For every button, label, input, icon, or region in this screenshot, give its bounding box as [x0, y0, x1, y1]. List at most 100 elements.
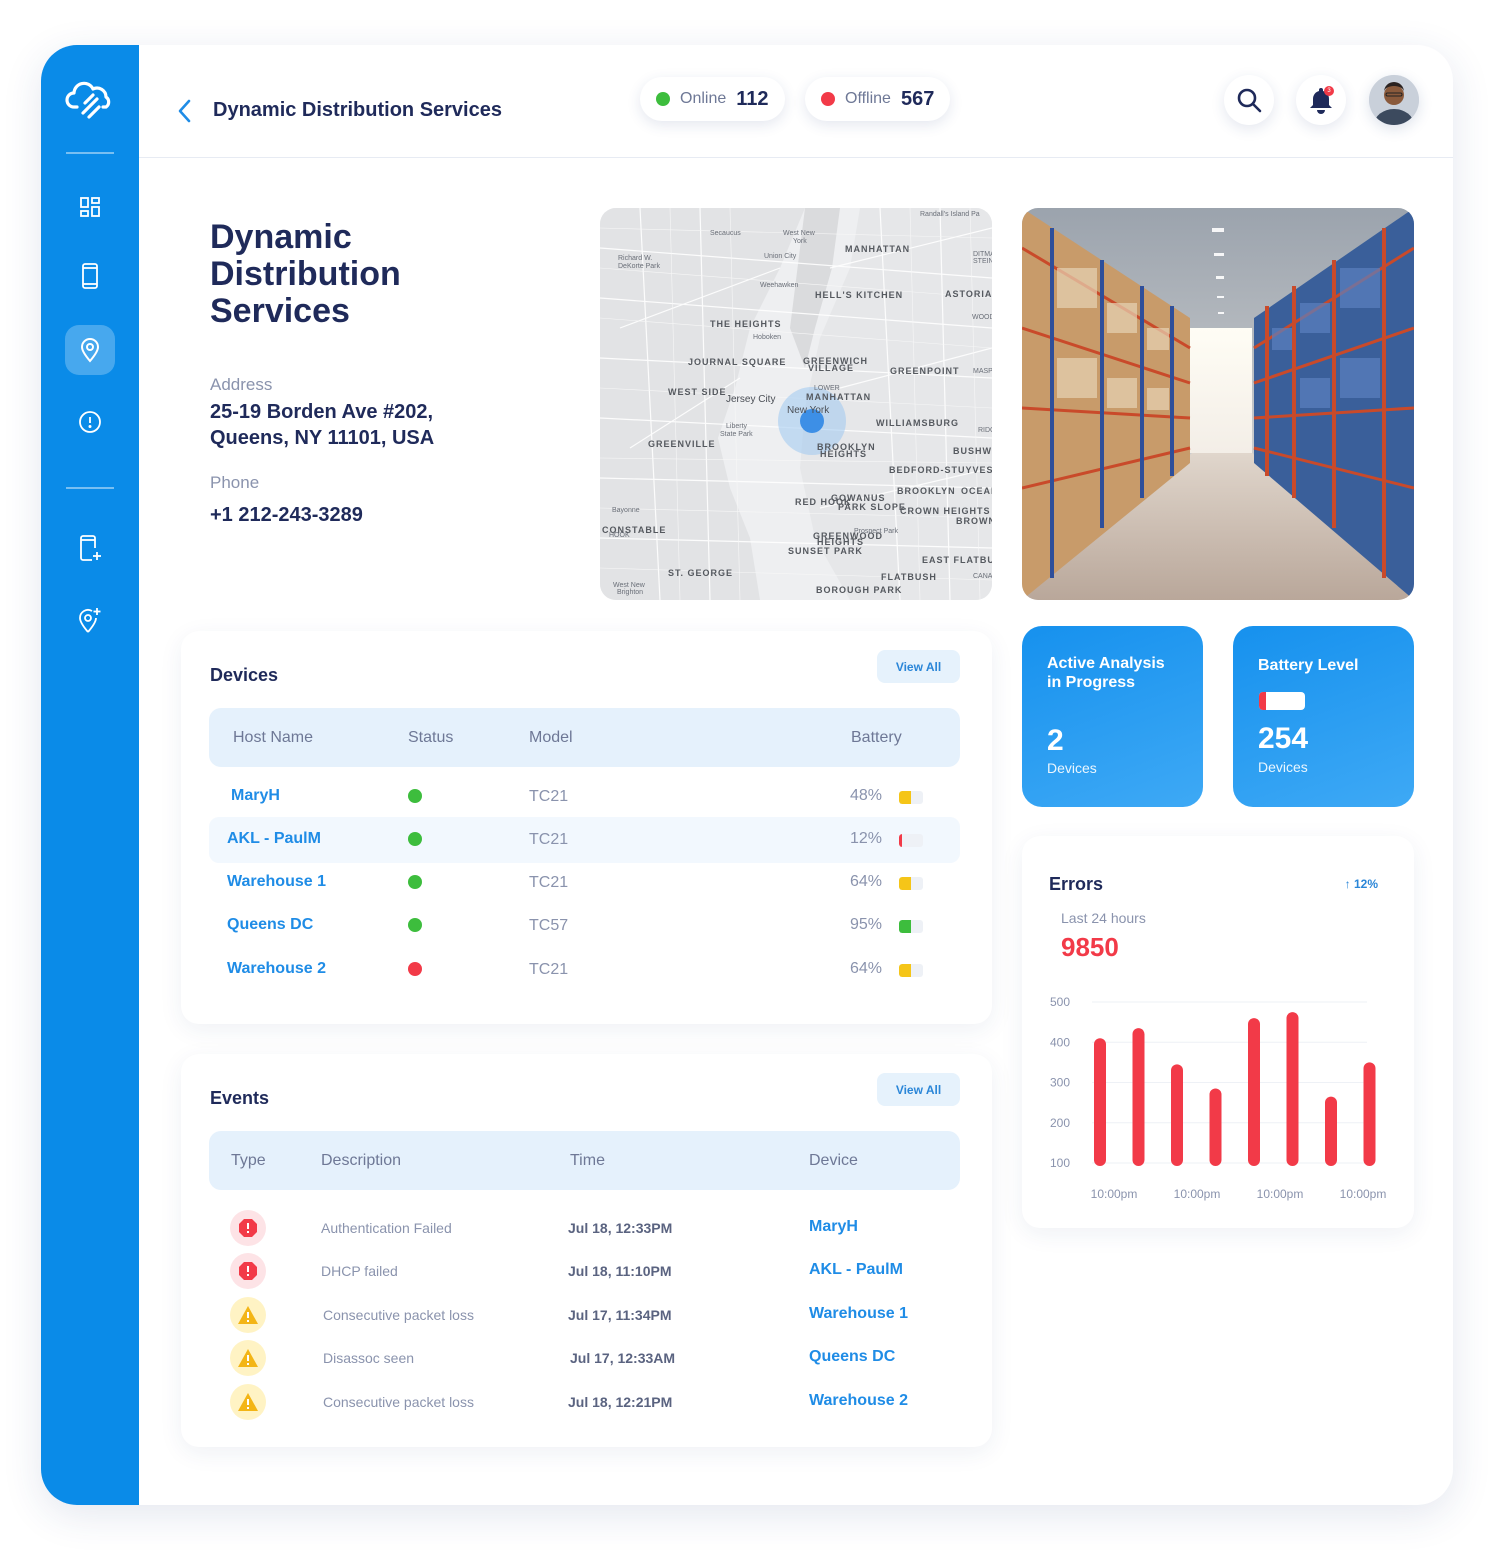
- column-header[interactable]: Status: [408, 729, 453, 747]
- error-bar[interactable]: [1325, 1096, 1337, 1166]
- event-device-link[interactable]: Warehouse 2: [809, 1392, 908, 1410]
- device-host-link[interactable]: Warehouse 2: [227, 960, 326, 978]
- map-place-label: WOODS: [972, 314, 992, 321]
- event-device-link[interactable]: Warehouse 1: [809, 1305, 908, 1323]
- table-row[interactable]: Warehouse 1 TC21 64%: [209, 860, 960, 906]
- online-count: 112: [736, 87, 769, 110]
- page-title: Dynamic Distribution Services: [213, 99, 502, 121]
- sidebar-item-devices[interactable]: [65, 251, 115, 301]
- offline-count: 567: [900, 87, 935, 110]
- map-place-label: Liberty: [726, 423, 748, 430]
- map-place-label: Union City: [764, 253, 797, 260]
- event-time: Jul 18, 12:33PM: [568, 1220, 673, 1236]
- column-header[interactable]: Device: [809, 1152, 858, 1170]
- event-time: Jul 17, 12:33AM: [570, 1350, 676, 1366]
- sidebar-item-alerts[interactable]: [65, 397, 115, 447]
- table-row[interactable]: Consecutive packet loss Jul 17, 11:34PM Wa…: [209, 1292, 960, 1338]
- device-model: TC21: [529, 831, 569, 848]
- devices-view-all-button[interactable]: View All: [877, 650, 960, 683]
- map-place-label: PARK SLOPE: [838, 502, 906, 512]
- map-place-label: WEST SIDE: [668, 387, 727, 397]
- event-description: Consecutive packet loss: [323, 1307, 474, 1323]
- battery-count: 254: [1258, 722, 1309, 755]
- online-status-dot: [656, 92, 670, 106]
- active-analysis-card[interactable]: Active Analysis in Progress 2 Devices: [1022, 626, 1203, 807]
- sidebar-item-add-location[interactable]: [65, 595, 115, 645]
- column-header[interactable]: Description: [321, 1152, 401, 1170]
- map-place-label: Hoboken: [753, 334, 782, 341]
- device-host-link[interactable]: AKL - PaulM: [227, 830, 321, 848]
- devices-table-header: Host Name Status Model Battery: [209, 708, 960, 767]
- table-row[interactable]: Consecutive packet loss Jul 18, 12:21PM Wa…: [209, 1379, 960, 1425]
- error-bar[interactable]: [1286, 1012, 1299, 1166]
- search-button[interactable]: [1224, 75, 1274, 125]
- notification-badge: 3: [1324, 86, 1334, 96]
- warning-icon: [230, 1340, 266, 1376]
- offline-count-pill[interactable]: Offline 567: [805, 77, 951, 121]
- battery-percent: 64%: [850, 873, 883, 890]
- cloud-logo-icon[interactable]: [65, 77, 115, 121]
- event-device-link[interactable]: AKL - PaulM: [809, 1261, 903, 1279]
- add-location-icon: [79, 608, 101, 633]
- device-host-link[interactable]: Warehouse 1: [227, 873, 326, 891]
- map-place-label: HEIGHTS: [820, 449, 868, 459]
- map-place-label: BUSHWICK: [953, 446, 992, 456]
- back-button[interactable]: [175, 97, 195, 125]
- column-header[interactable]: Host Name: [233, 729, 313, 747]
- sidebar-item-add-device[interactable]: [65, 523, 115, 573]
- table-row[interactable]: AKL - PaulM TC21 12%: [209, 817, 960, 863]
- event-time: Jul 18, 11:10PM: [568, 1263, 672, 1279]
- column-header[interactable]: Model: [529, 729, 573, 747]
- event-description: DHCP failed: [321, 1263, 398, 1279]
- alert-icon: [79, 411, 101, 433]
- map-place-label: HELL'S KITCHEN: [815, 290, 904, 300]
- table-row[interactable]: DHCP failed Jul 18, 11:10PM AKL - PaulM: [209, 1248, 960, 1294]
- avatar[interactable]: [1369, 75, 1419, 125]
- events-view-all-button[interactable]: View All: [877, 1073, 960, 1106]
- notifications-button[interactable]: 3: [1296, 75, 1346, 125]
- status-dot: [408, 832, 422, 846]
- map-place-label: OCEAN HI: [961, 486, 992, 496]
- map-place-label: BROWNSVIL: [956, 516, 992, 526]
- errors-bar-chart: 500 400 300 200 100 10:00pm 10:00pm 10:00pm 10:0…: [1050, 995, 1386, 1201]
- event-device-link[interactable]: MaryH: [809, 1218, 858, 1236]
- battery-percent: 48%: [850, 787, 883, 804]
- battery-unit: Devices: [1258, 759, 1308, 775]
- status-dot: [408, 962, 422, 976]
- column-header[interactable]: Time: [570, 1152, 605, 1170]
- column-header[interactable]: Battery: [851, 729, 902, 747]
- table-row[interactable]: Warehouse 2 TC21 64%: [209, 947, 960, 993]
- sidebar: [41, 45, 139, 1505]
- device-model: TC21: [529, 961, 569, 978]
- error-icon: [230, 1253, 266, 1289]
- online-count-pill[interactable]: Online 112: [640, 77, 785, 121]
- table-row[interactable]: Authentication Failed Jul 18, 12:33PM Mary…: [209, 1205, 960, 1251]
- map-place-label: Jersey City: [726, 394, 776, 405]
- map-place-label: State Park: [720, 431, 753, 438]
- table-row[interactable]: Queens DC TC57 95%: [209, 903, 960, 949]
- error-bar[interactable]: [1363, 1062, 1376, 1166]
- map-place-label: Weehawken: [760, 282, 799, 289]
- location-pin-icon: [80, 338, 100, 363]
- sidebar-item-locations[interactable]: [65, 325, 115, 375]
- device-host-link[interactable]: Queens DC: [227, 916, 313, 934]
- device-model: TC57: [529, 917, 569, 934]
- sidebar-divider: [66, 487, 114, 489]
- error-bar[interactable]: [1132, 1028, 1145, 1166]
- error-bar[interactable]: [1171, 1064, 1183, 1166]
- offline-status-dot: [821, 92, 835, 106]
- column-header[interactable]: Type: [231, 1152, 266, 1170]
- error-bar[interactable]: [1094, 1038, 1106, 1166]
- location-map[interactable]: Randall's Island Pa Secaucus West New York M…: [600, 208, 992, 600]
- event-device-link[interactable]: Queens DC: [809, 1348, 895, 1366]
- phone-label: Phone: [210, 473, 260, 492]
- table-row[interactable]: Disassoc seen Jul 17, 12:33AM Queens DC: [209, 1335, 960, 1381]
- battery-level-card[interactable]: Battery Level 254 Devices: [1233, 626, 1414, 807]
- analysis-unit: Devices: [1047, 760, 1097, 776]
- map-place-label: DITMA: [973, 251, 992, 258]
- table-row[interactable]: MaryH TC21 48%: [209, 774, 960, 820]
- sidebar-item-dashboard[interactable]: [65, 182, 115, 232]
- error-bar[interactable]: [1248, 1018, 1260, 1166]
- error-bar[interactable]: [1209, 1088, 1222, 1166]
- device-host-link[interactable]: MaryH: [231, 787, 280, 805]
